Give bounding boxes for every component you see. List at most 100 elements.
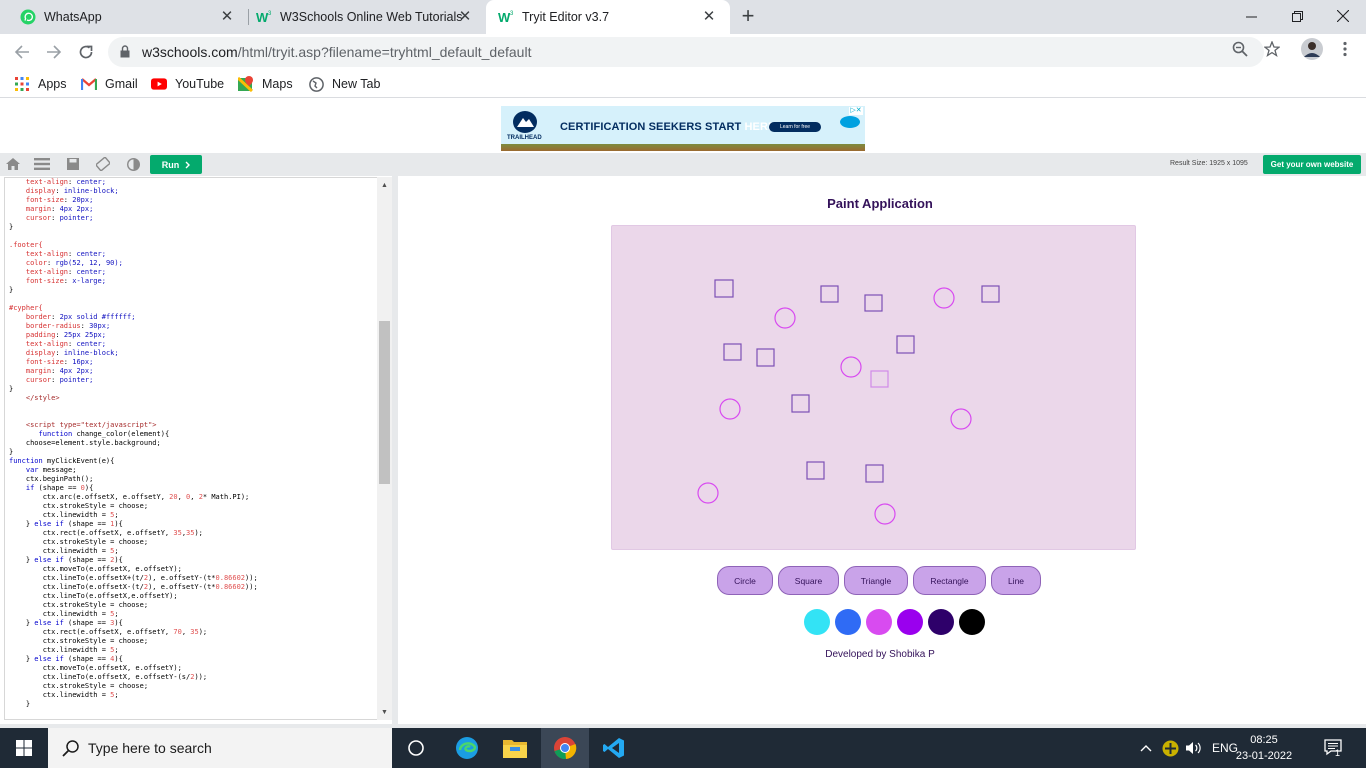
chrome-button[interactable] (541, 728, 589, 768)
volume-icon[interactable] (1186, 728, 1204, 768)
close-tab-icon[interactable]: ✕ (218, 8, 236, 26)
color-swatch-blue[interactable] (835, 609, 861, 635)
scroll-thumb[interactable] (379, 321, 390, 484)
paint-canvas[interactable] (611, 225, 1136, 550)
task-view-button[interactable] (392, 728, 440, 768)
code-line: ctx.lineTo(e.offsetX, e.offsetY-(s/2)); (9, 673, 208, 681)
drawn-circle (874, 503, 896, 525)
close-tab-icon[interactable]: ✕ (700, 8, 718, 26)
square-button[interactable]: Square (778, 566, 839, 595)
triangle-button[interactable]: Triangle (844, 566, 908, 595)
color-swatch-black[interactable] (959, 609, 985, 635)
code-line: ctx.linewidth = 5; (9, 646, 119, 654)
vscode-button[interactable] (590, 728, 638, 768)
ad-close-icon[interactable]: ▷✕ (849, 107, 863, 115)
bookmark-label: YouTube (175, 77, 225, 91)
drawn-circle (719, 398, 741, 420)
code-line: font-size: 20px; (25, 196, 94, 204)
arrow-left-icon (14, 45, 29, 59)
bookmark-label: Gmail (105, 77, 138, 91)
tab-title: WhatsApp (44, 10, 102, 24)
ad-banner[interactable]: TRAILHEAD CERTIFICATION SEEKERS START HE… (501, 106, 865, 151)
color-swatch-indigo[interactable] (928, 609, 954, 635)
drawn-square (756, 348, 775, 367)
menu-icon[interactable] (34, 156, 50, 172)
color-swatches (804, 609, 985, 635)
code-line: color: rgb(52, 12, 90); (25, 259, 123, 267)
bookmark-maps[interactable]: Maps (238, 75, 293, 93)
code-line: ctx.lineTo(e.offsetX-(t/2), e.offsetY-(t… (9, 583, 258, 591)
drawn-circle (933, 287, 955, 309)
color-swatch-pink[interactable] (866, 609, 892, 635)
editor-scrollbar[interactable]: ▲ ▼ (377, 177, 392, 720)
clock-time: 08:25 (1250, 734, 1278, 746)
code-line: } else if (shape == 3){ (9, 619, 123, 627)
ad-learn-button[interactable]: Learn for free (769, 122, 821, 132)
bookmark-apps[interactable]: Apps (14, 75, 67, 93)
color-swatch-cyan[interactable] (804, 609, 830, 635)
back-button[interactable] (10, 40, 34, 64)
profile-avatar[interactable] (1300, 37, 1324, 61)
tab-tryit-editor[interactable]: W3 Tryit Editor v3.7 ✕ (486, 0, 730, 34)
shape-buttons: Circle Square Triangle Rectangle Line (717, 566, 1041, 595)
restore-button[interactable] (1274, 0, 1320, 32)
trailhead-logo-icon (513, 111, 537, 133)
bookmarks-bar: Apps Gmail YouTube Maps New Tab (0, 70, 1366, 98)
zoom-icon[interactable] (1231, 40, 1249, 58)
tab-title: W3Schools Online Web Tutorials (280, 10, 463, 24)
notification-center-button[interactable]: 1 (1324, 728, 1344, 768)
drawn-square (806, 461, 825, 480)
reload-button[interactable] (74, 40, 98, 64)
code-editor[interactable]: text-align: center; display: inline-bloc… (4, 177, 392, 720)
circle-button[interactable]: Circle (717, 566, 773, 595)
app-footer: Developed by Shobika P (825, 649, 935, 660)
drawn-square (864, 294, 883, 312)
tray-chevron-icon[interactable] (1140, 728, 1152, 768)
home-icon[interactable] (5, 156, 21, 172)
scroll-down-icon[interactable]: ▼ (380, 708, 389, 717)
bookmark-label: Maps (262, 77, 293, 91)
close-window-button[interactable] (1320, 0, 1366, 32)
color-swatch-violet[interactable] (897, 609, 923, 635)
file-explorer-icon (503, 740, 527, 758)
close-tab-icon[interactable]: ✕ (456, 8, 474, 26)
url-host: w3schools.com (142, 44, 238, 60)
vpn-shield-icon[interactable] (1162, 728, 1179, 768)
code-line: ctx.linewidth = 5; (9, 511, 119, 519)
bookmark-youtube[interactable]: YouTube (151, 75, 224, 93)
run-button[interactable]: Run (150, 155, 202, 174)
new-tab-button[interactable]: + (738, 5, 758, 28)
file-explorer-button[interactable] (491, 728, 539, 768)
bookmark-star-icon[interactable] (1263, 40, 1281, 58)
address-bar[interactable]: w3schools.com/html/tryit.asp?filename=tr… (108, 37, 1264, 67)
rectangle-button[interactable]: Rectangle (913, 566, 986, 595)
save-icon[interactable] (65, 156, 81, 172)
bookmark-label: Apps (38, 77, 67, 91)
bookmark-new-tab[interactable]: New Tab (308, 75, 380, 93)
tab-w3schools[interactable]: W3 W3Schools Online Web Tutorials ✕ (236, 0, 486, 34)
taskbar-search-input[interactable]: Type here to search (48, 728, 392, 768)
minimize-icon (1245, 16, 1257, 17)
line-button[interactable]: Line (991, 566, 1041, 595)
menu-kebab-icon[interactable] (1336, 40, 1354, 58)
theme-toggle-icon[interactable] (125, 156, 141, 172)
code-line: padding: 25px 25px; (25, 331, 106, 339)
code-line: text-align: center; (25, 340, 106, 348)
taskbar-clock[interactable]: 08:25 23-01-2022 (1234, 732, 1294, 764)
scroll-up-icon[interactable]: ▲ (380, 181, 389, 190)
code-line: ctx.moveTo(e.offsetX, e.offsetY); (9, 565, 182, 573)
arrow-right-icon (47, 45, 62, 59)
edge-button[interactable] (443, 728, 491, 768)
tab-whatsapp[interactable]: WhatsApp ✕ (0, 0, 248, 34)
code-text[interactable]: text-align: center; display: inline-bloc… (9, 178, 258, 709)
ad-headline-main: CERTIFICATION SEEKERS START (560, 121, 742, 133)
orientation-icon[interactable] (95, 156, 111, 172)
code-line: function myClickEvent(e){ (9, 457, 115, 465)
bookmark-gmail[interactable]: Gmail (81, 75, 138, 93)
forward-button[interactable] (42, 40, 66, 64)
start-button[interactable] (0, 728, 48, 768)
minimize-button[interactable] (1228, 0, 1274, 32)
code-line: } else if (shape == 1){ (9, 520, 123, 528)
tab-title: Tryit Editor v3.7 (522, 10, 610, 24)
get-own-website-button[interactable]: Get your own website (1263, 155, 1361, 174)
